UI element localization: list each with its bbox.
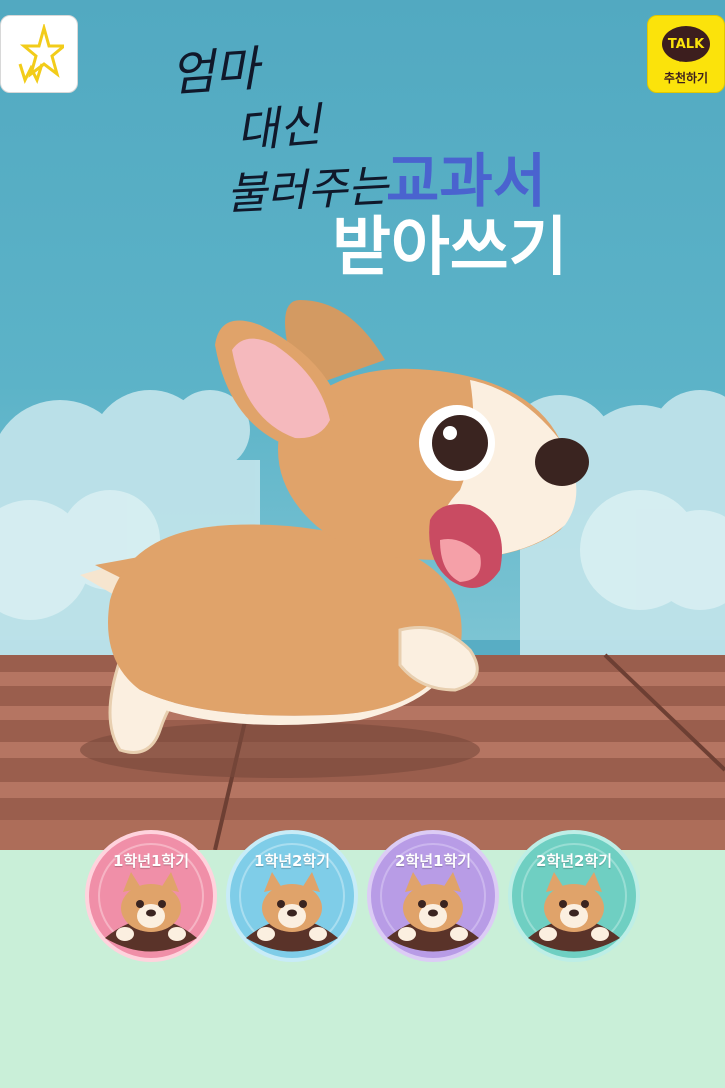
- title-line-2: 대신: [234, 97, 324, 159]
- grade-label: 2학년1학기: [394, 852, 472, 870]
- grade-button-1-2[interactable]: 1학년2학기: [226, 830, 358, 962]
- kakao-talk-icon: TALK: [662, 26, 710, 62]
- app-screen: TALK 추천하기 엄마 대신 불러주는 교과서 받아쓰기 1학년1학기 1학년…: [0, 0, 725, 1088]
- kakao-recommend-label: 추천하기: [663, 71, 709, 85]
- grade-label: 1학년2학기: [253, 852, 331, 870]
- grade-button-2-2[interactable]: 2학년2학기: [508, 830, 640, 962]
- grade-label: 1학년1학기: [112, 852, 190, 870]
- grade-selector: 1학년1학기 1학년2학기 2학년1학기 2학년2학기: [85, 830, 645, 970]
- kakao-talk-recommend-button[interactable]: TALK 추천하기: [647, 15, 725, 93]
- grade-button-2-1[interactable]: 2학년1학기: [367, 830, 499, 962]
- grade-button-1-1[interactable]: 1학년1학기: [85, 830, 217, 962]
- star-w-logo-icon: [18, 24, 64, 84]
- grade-label: 2학년2학기: [535, 852, 613, 870]
- home-logo-button[interactable]: [0, 15, 78, 93]
- title-main: 받아쓰기: [332, 211, 568, 285]
